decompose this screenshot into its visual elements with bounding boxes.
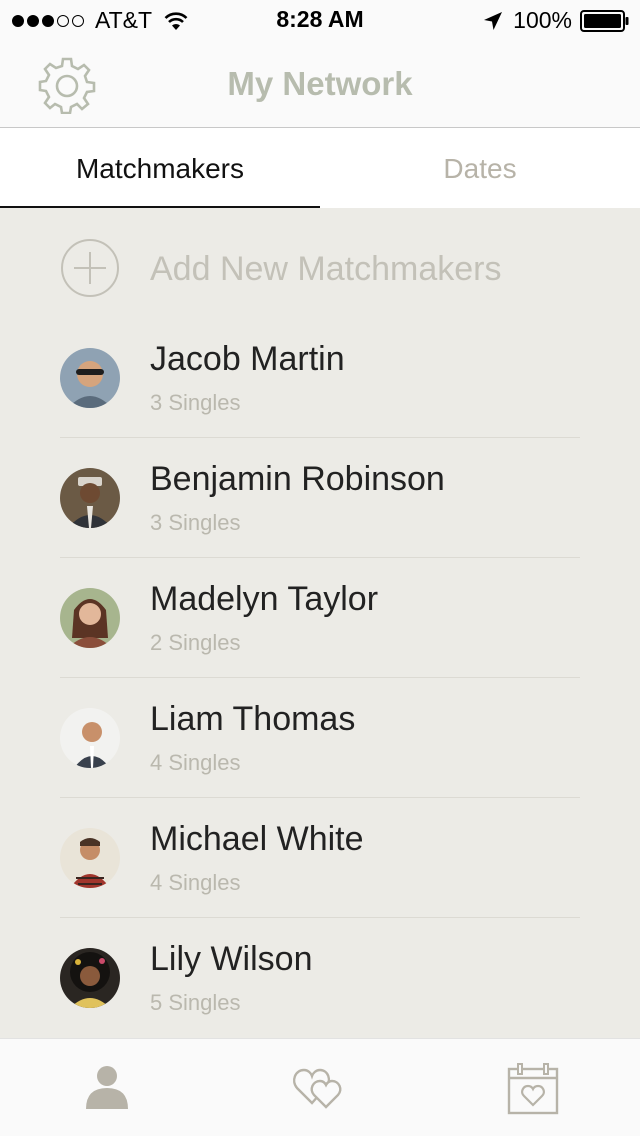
list-item[interactable]: Liam Thomas 4 Singles bbox=[60, 678, 580, 798]
matchmaker-name: Jacob Martin bbox=[150, 340, 345, 378]
battery-percentage: 100% bbox=[513, 7, 572, 33]
matchmaker-name: Lily Wilson bbox=[150, 940, 313, 978]
tab-matchmakers[interactable]: Matchmakers bbox=[0, 129, 320, 208]
avatar bbox=[60, 588, 120, 648]
avatar bbox=[60, 348, 120, 408]
list-item[interactable]: Benjamin Robinson 3 Singles bbox=[60, 438, 580, 558]
tab-dates[interactable]: Dates bbox=[320, 129, 640, 208]
singles-count: 3 Singles bbox=[150, 390, 241, 415]
page-title: My Network bbox=[227, 65, 413, 102]
list-item[interactable]: Madelyn Taylor 2 Singles bbox=[60, 558, 580, 678]
hearts-icon[interactable] bbox=[292, 1063, 346, 1109]
matchmaker-name: Michael White bbox=[150, 820, 364, 858]
add-new-matchmakers-button[interactable]: Add New Matchmakers bbox=[60, 238, 580, 300]
singles-count: 5 Singles bbox=[150, 990, 241, 1015]
bottom-tab-bar bbox=[0, 1038, 640, 1136]
person-icon[interactable] bbox=[84, 1063, 130, 1109]
list-item[interactable]: Michael White 4 Singles bbox=[60, 798, 580, 918]
matchmaker-name: Liam Thomas bbox=[150, 700, 356, 738]
battery-icon bbox=[580, 9, 629, 32]
singles-count: 2 Singles bbox=[150, 630, 241, 655]
status-bar: AT&T 8:28 AM 100% bbox=[0, 0, 640, 40]
add-new-matchmakers-label: Add New Matchmakers bbox=[150, 250, 502, 288]
list-item[interactable]: Jacob Martin 3 Singles bbox=[60, 318, 580, 438]
navigation-bar: My Network bbox=[0, 40, 640, 128]
matchmaker-list-area: Add New Matchmakers Jacob Martin 3 Singl… bbox=[0, 208, 640, 1038]
matchmaker-list: Jacob Martin 3 Singles Benjamin Robinson… bbox=[60, 318, 580, 1038]
singles-count: 4 Singles bbox=[150, 750, 241, 775]
avatar bbox=[60, 828, 120, 888]
matchmaker-name: Madelyn Taylor bbox=[150, 580, 379, 618]
avatar bbox=[60, 468, 120, 528]
singles-count: 3 Singles bbox=[150, 510, 241, 535]
location-arrow-icon bbox=[484, 11, 503, 30]
status-right: 100% bbox=[483, 7, 630, 34]
matchmaker-name: Benjamin Robinson bbox=[150, 460, 445, 498]
calendar-heart-icon[interactable] bbox=[506, 1063, 560, 1115]
avatar bbox=[60, 948, 120, 1008]
list-item[interactable]: Lily Wilson 5 Singles bbox=[60, 918, 580, 1038]
singles-count: 4 Singles bbox=[150, 870, 241, 895]
segmented-tabs: Matchmakers Dates bbox=[0, 129, 640, 208]
plus-circle-icon bbox=[61, 239, 119, 297]
avatar bbox=[60, 708, 120, 768]
